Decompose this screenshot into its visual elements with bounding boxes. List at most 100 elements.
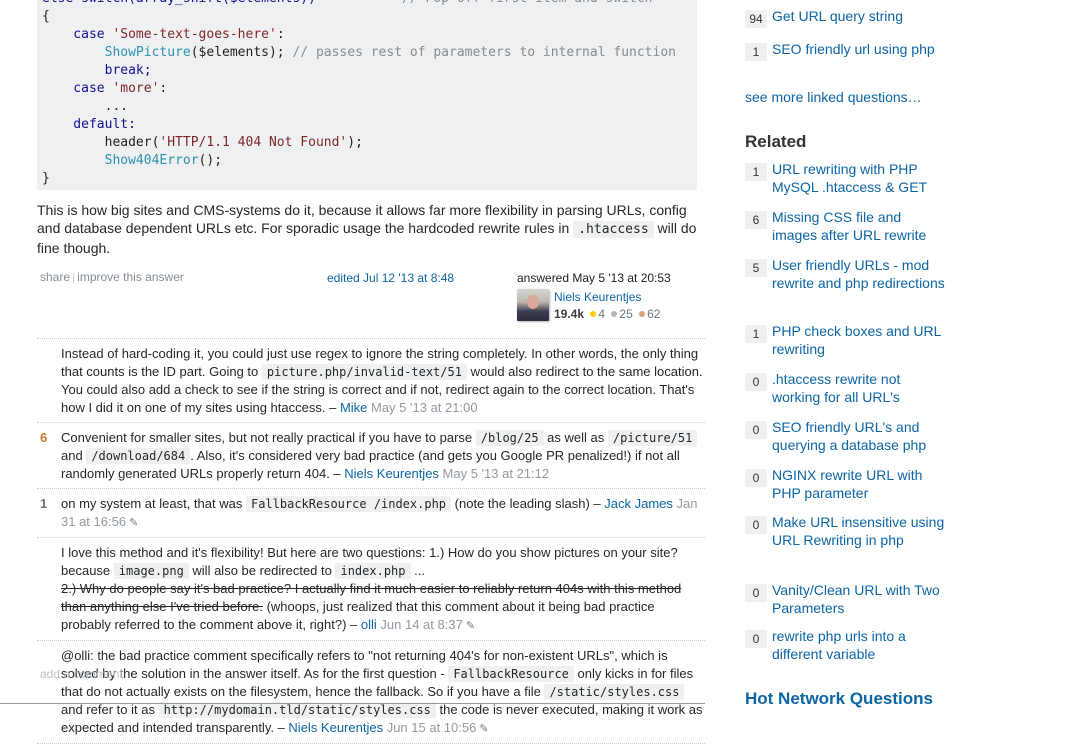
code-token: // passes rest of parameters to internal…: [292, 45, 676, 60]
code-line: case 'more':: [42, 80, 697, 98]
avatar[interactable]: [517, 289, 549, 321]
code-token: 'HTTP/1.1 404 Not Found': [159, 135, 348, 150]
user-reputation: 19.4k 4 25 62: [554, 307, 660, 321]
share-link[interactable]: share: [40, 270, 70, 284]
question-score-badge: 1: [745, 325, 767, 343]
edited-link[interactable]: edited Jul 12 '13 at 8:48: [327, 271, 454, 285]
comment: I love this method and it's flexibility!…: [37, 537, 705, 640]
inline-code: image.png: [113, 563, 189, 579]
code-line: else switch(array_shift($elements)) // P…: [42, 0, 697, 8]
code-token: :: [159, 81, 168, 96]
question-score-badge: 6: [745, 211, 767, 229]
post-menu: share | improve this answer: [40, 270, 184, 284]
inline-code: FallbackResource /index.php: [245, 496, 452, 512]
comment: @olli: the bad practice comment specific…: [37, 640, 705, 743]
inline-code: /download/684: [86, 448, 191, 464]
question-score-badge: 0: [745, 630, 767, 648]
inline-code: /static/styles.css: [544, 684, 685, 700]
comment: 6 Convenient for smaller sites, but not r…: [37, 422, 705, 488]
code-token: ...: [42, 99, 129, 114]
comment-text: and: [61, 448, 87, 463]
add-comment-link[interactable]: add a comment: [40, 667, 123, 681]
question-link[interactable]: NGINX rewrite URL with PHP parameter: [772, 466, 947, 502]
code-token: break;: [42, 63, 152, 78]
question-score-badge: 0: [745, 373, 767, 391]
silver-badge-icon: [611, 311, 618, 318]
code-line: {: [42, 8, 697, 26]
question-link[interactable]: User friendly URLs - mod rewrite and php…: [772, 256, 947, 292]
inline-code: FallbackResource: [448, 666, 574, 682]
question-link[interactable]: Vanity/Clean URL with Two Parameters: [772, 581, 947, 617]
code-line: ...: [42, 98, 697, 116]
code-token: :: [276, 27, 285, 42]
comment-text: ...: [410, 563, 425, 578]
question-link[interactable]: .htaccess rewrite not working for all UR…: [772, 370, 947, 406]
code-token: ShowPicture: [104, 45, 191, 60]
code-token: header(: [42, 135, 160, 150]
edited-pencil-icon: ✎: [126, 517, 139, 529]
comment: Instead of hard-coding it, you could jus…: [37, 338, 705, 422]
gold-badge-icon: [590, 311, 597, 318]
improve-answer-link[interactable]: improve this answer: [77, 270, 184, 284]
question-score-badge: 1: [745, 163, 767, 181]
see-more-linked-link[interactable]: see more linked questions…: [745, 89, 922, 105]
gold-badge-count: 4: [598, 307, 606, 321]
question-score-badge: 0: [745, 469, 767, 487]
inline-code: .htaccess: [573, 221, 654, 238]
comment-time[interactable]: Jun 14 at 8:37: [377, 617, 462, 632]
question-link[interactable]: Make URL insensitive using URL Rewriting…: [772, 513, 947, 549]
code-line: }: [42, 170, 697, 188]
divider: [0, 703, 705, 704]
question-link[interactable]: Missing CSS file and images after URL re…: [772, 208, 947, 244]
comment-text: on my system at least, that was: [61, 496, 246, 511]
code-token: }: [42, 171, 50, 186]
comment-author-link[interactable]: Niels Keurentjes: [344, 466, 439, 481]
question-link[interactable]: Get URL query string: [772, 7, 947, 25]
question-link[interactable]: PHP check boxes and URL rewriting: [772, 322, 947, 358]
question-score-badge: 94: [745, 10, 767, 28]
related-heading: Related: [745, 132, 807, 151]
question-link[interactable]: SEO friendly url using php: [772, 40, 947, 58]
comment-author-link[interactable]: olli: [361, 617, 377, 632]
code-line: header('HTTP/1.1 404 Not Found');: [42, 134, 697, 152]
edited-pencil-icon: ✎: [476, 723, 489, 735]
code-token: default:: [42, 117, 136, 132]
inline-code: picture.php/invalid-text/51: [261, 364, 467, 380]
comment-author-link[interactable]: Niels Keurentjes: [288, 720, 383, 735]
comment-time[interactable]: May 5 '13 at 21:00: [367, 400, 478, 415]
code-token: );: [347, 135, 363, 150]
comment-text: (note the leading slash) –: [451, 496, 605, 511]
inline-code: http://mydomain.tld/static/styles.css: [158, 702, 436, 718]
bronze-badge-count: 62: [647, 307, 661, 321]
question-link[interactable]: rewrite php urls into a different variab…: [772, 627, 947, 663]
hot-network-questions-heading[interactable]: Hot Network Questions: [745, 689, 933, 709]
code-token: // Pop off first item and switch: [316, 0, 652, 6]
code-block: else switch(array_shift($elements)) // P…: [37, 0, 697, 190]
code-token: {: [42, 9, 50, 24]
code-token: ();: [198, 153, 223, 168]
question-link[interactable]: URL rewriting with PHP MySQL .htaccess &…: [772, 160, 947, 196]
question-link[interactable]: SEO friendly URL's and querying a databa…: [772, 418, 947, 454]
inline-code: index.php: [335, 563, 411, 579]
code-line: default:: [42, 116, 697, 134]
code-line: ShowPicture($elements); // passes rest o…: [42, 44, 697, 62]
comment-text: Convenient for smaller sites, but not re…: [61, 430, 476, 445]
inline-code: /blog/25: [475, 430, 544, 446]
code-token: case: [42, 27, 113, 42]
comment-text: and refer to it as: [61, 702, 159, 717]
user-name-link[interactable]: Niels Keurentjes: [554, 290, 641, 304]
comment-author-link[interactable]: Jack James: [604, 496, 673, 511]
comment-author-link[interactable]: Mike: [340, 400, 367, 415]
comment-text: will also be redirected to: [188, 563, 336, 578]
comments-list: Instead of hard-coding it, you could jus…: [37, 338, 705, 744]
code-line: Show404Error();: [42, 152, 697, 170]
edited-pencil-icon: ✎: [462, 620, 476, 632]
code-token: Show404Error: [104, 153, 199, 168]
code-line: break;: [42, 62, 697, 80]
comment-time[interactable]: May 5 '13 at 21:12: [439, 466, 550, 481]
answer-body: This is how big sites and CMS-systems do…: [37, 201, 697, 257]
comment-time[interactable]: Jun 15 at 10:56: [383, 720, 477, 735]
question-score-badge: 0: [745, 516, 767, 534]
